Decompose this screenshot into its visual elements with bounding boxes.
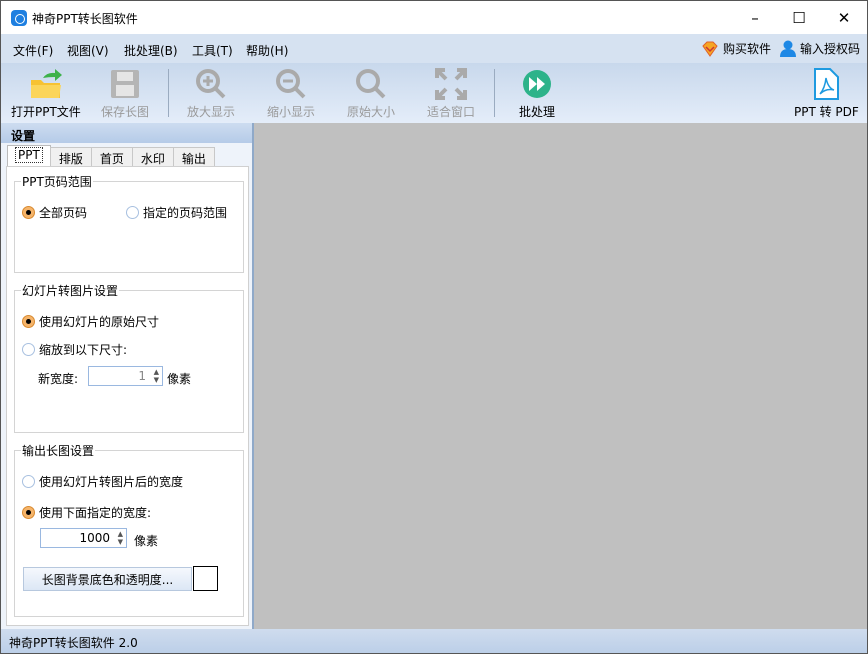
- page-range-title: PPT页码范围: [21, 173, 93, 190]
- settings-header: 设置: [1, 123, 252, 143]
- user-icon: [780, 40, 796, 57]
- close-button[interactable]: ✕: [822, 1, 866, 34]
- app-icon: [11, 10, 27, 26]
- minimize-button[interactable]: –: [733, 1, 777, 34]
- menu-batch[interactable]: 批处理(B): [124, 42, 178, 59]
- save-disk-icon: [108, 67, 142, 101]
- zoom-in-icon: [194, 67, 228, 101]
- zoom-in-label: 放大显示: [187, 105, 236, 119]
- spinner-arrows-icon[interactable]: ▲ ▼: [154, 368, 159, 384]
- radio-original-size[interactable]: 使用幻灯片的原始尺寸: [22, 313, 159, 330]
- open-ppt-label: 打开PPT文件: [11, 105, 81, 119]
- radio-use-slide-width[interactable]: 使用幻灯片转图片后的宽度: [22, 473, 183, 490]
- output-group: 输出长图设置 使用幻灯片转图片后的宽度 使用下面指定的宽度: 1000 ▲ ▼ 像素…: [14, 442, 244, 617]
- buy-software-link[interactable]: 购买软件: [701, 40, 771, 57]
- radio-unchecked: [126, 206, 139, 219]
- settings-tabs: PPT 排版 首页 水印 输出: [7, 145, 215, 166]
- spinner-arrows-icon[interactable]: ▲ ▼: [118, 530, 123, 546]
- output-title: 输出长图设置: [21, 442, 96, 459]
- fit-window-button[interactable]: 适合窗口: [427, 67, 475, 120]
- radio-checked: [22, 315, 35, 328]
- radio-all-pages[interactable]: 全部页码: [22, 204, 87, 221]
- new-width-unit: 像素: [167, 372, 192, 386]
- radio-unchecked: [22, 343, 35, 356]
- radio-label: 使用下面指定的宽度:: [39, 506, 152, 520]
- radio-scale-size[interactable]: 缩放到以下尺寸:: [22, 341, 127, 358]
- batch-button[interactable]: 批处理: [519, 67, 555, 120]
- page-range-group: PPT页码范围 全部页码 指定的页码范围: [14, 173, 244, 273]
- zoom-out-label: 缩小显示: [267, 105, 316, 119]
- buy-label: 购买软件: [723, 42, 772, 56]
- zoom-out-icon: [274, 67, 308, 101]
- ppt-to-pdf-button[interactable]: PPT 转 PDF: [794, 67, 859, 120]
- toolbar: 打开PPT文件 保存长图 放大显示 缩小显示 原始大小 适合窗口 批处理 PPT…: [1, 63, 867, 123]
- slide-image-group: 幻灯片转图片设置 使用幻灯片的原始尺寸 缩放到以下尺寸: 新宽度: 1 ▲ ▼ 像素: [14, 282, 244, 433]
- radio-label: 使用幻灯片的原始尺寸: [39, 315, 160, 329]
- ppt-to-pdf-label: PPT 转 PDF: [794, 105, 859, 119]
- radio-checked: [22, 506, 35, 519]
- new-width-label: 新宽度:: [38, 372, 79, 386]
- radio-unchecked: [22, 475, 35, 488]
- tab-output[interactable]: 输出: [172, 147, 215, 166]
- tab-ppt[interactable]: PPT: [7, 145, 51, 166]
- tab-first-page[interactable]: 首页: [90, 147, 133, 166]
- pdf-icon: [809, 67, 843, 101]
- radio-label: 全部页码: [39, 206, 88, 220]
- open-ppt-button[interactable]: 打开PPT文件: [11, 67, 81, 120]
- fit-window-label: 适合窗口: [427, 105, 476, 119]
- zoom-out-button[interactable]: 缩小显示: [267, 67, 315, 120]
- radio-label: 缩放到以下尺寸:: [39, 343, 128, 357]
- radio-use-specified-width[interactable]: 使用下面指定的宽度:: [22, 504, 151, 521]
- radio-label: 使用幻灯片转图片后的宽度: [39, 475, 184, 489]
- toolbar-separator: [168, 69, 169, 117]
- radio-label: 指定的页码范围: [143, 206, 228, 220]
- toolbar-separator: [494, 69, 495, 117]
- actual-size-label: 原始大小: [347, 105, 396, 119]
- output-width-spinner[interactable]: 1000 ▲ ▼: [40, 528, 127, 548]
- app-window: 神奇PPT转长图软件 – ☐ ✕ 文件(F) 视图(V) 批处理(B) 工具(T…: [0, 0, 868, 654]
- fast-forward-icon: [520, 67, 554, 101]
- enter-license-link[interactable]: 输入授权码: [780, 40, 860, 57]
- window-title: 神奇PPT转长图软件: [32, 12, 138, 26]
- output-width-value: 1000: [79, 531, 110, 545]
- new-width-spinner[interactable]: 1 ▲ ▼: [88, 366, 163, 386]
- menu-tools[interactable]: 工具(T): [192, 42, 233, 59]
- diamond-icon: [702, 41, 718, 57]
- output-width-unit: 像素: [134, 534, 159, 548]
- menu-help[interactable]: 帮助(H): [246, 42, 288, 59]
- background-color-button[interactable]: 长图背景底色和透明度...: [23, 567, 192, 591]
- fit-window-icon: [434, 67, 468, 101]
- background-color-swatch[interactable]: [193, 566, 218, 591]
- preview-canvas[interactable]: [254, 123, 867, 629]
- settings-panel: 设置 PPT 排版 首页 水印 输出 PPT页码范围 全部页码 指定的页码范围 …: [1, 123, 254, 629]
- zoom-in-button[interactable]: 放大显示: [187, 67, 235, 120]
- menu-file[interactable]: 文件(F): [13, 42, 53, 59]
- maximize-button[interactable]: ☐: [777, 1, 821, 34]
- tab-layout[interactable]: 排版: [49, 147, 92, 166]
- tab-page-ppt: PPT页码范围 全部页码 指定的页码范围 幻灯片转图片设置 使用幻灯片的原始尺寸…: [6, 166, 249, 626]
- save-image-button[interactable]: 保存长图: [101, 67, 149, 120]
- slide-image-title: 幻灯片转图片设置: [21, 282, 120, 299]
- menu-bar: 文件(F) 视图(V) 批处理(B) 工具(T) 帮助(H) 购买软件 输入授权…: [1, 34, 867, 63]
- tab-ppt-label: PPT: [15, 147, 43, 163]
- menu-view[interactable]: 视图(V): [67, 42, 109, 59]
- license-label: 输入授权码: [800, 42, 861, 56]
- new-width-value: 1: [138, 369, 146, 383]
- radio-checked: [22, 206, 35, 219]
- radio-specified-pages[interactable]: 指定的页码范围: [126, 204, 227, 221]
- open-folder-icon: [29, 67, 63, 101]
- magnifier-icon: [354, 67, 388, 101]
- save-image-label: 保存长图: [101, 105, 150, 119]
- tab-watermark[interactable]: 水印: [131, 147, 174, 166]
- title-bar: 神奇PPT转长图软件 – ☐ ✕: [1, 1, 867, 34]
- actual-size-button[interactable]: 原始大小: [347, 67, 395, 120]
- status-bar: 神奇PPT转长图软件 2.0: [1, 629, 867, 653]
- batch-label: 批处理: [519, 105, 556, 119]
